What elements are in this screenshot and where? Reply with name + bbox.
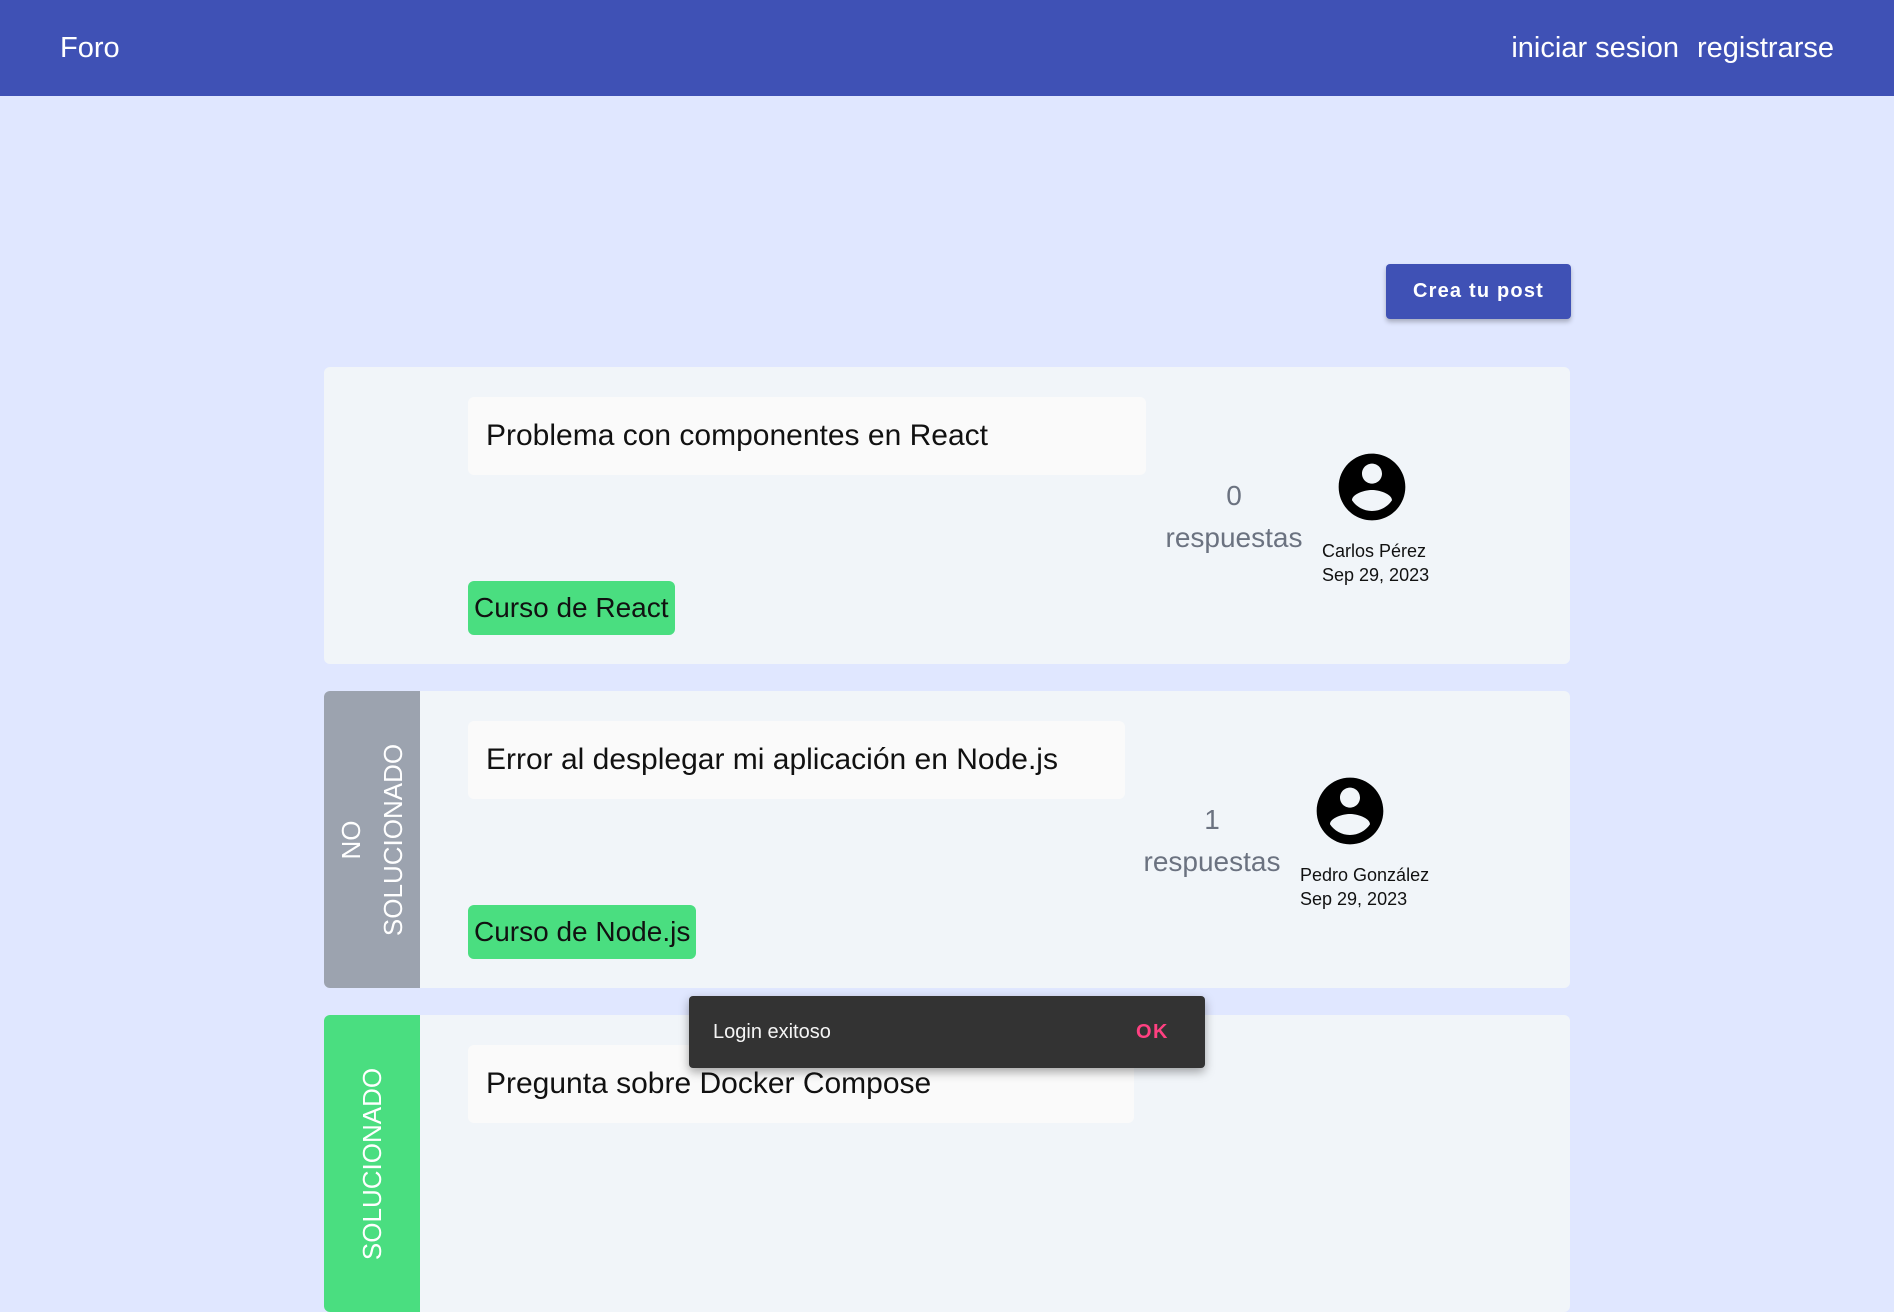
create-post-button[interactable]: Crea tu post [1386,264,1571,319]
post-card[interactable]: NO SOLUCIONADO Error al desplegar mi apl… [324,691,1570,988]
author-name: Pedro González [1300,865,1430,885]
status-strip-unsolved: NO SOLUCIONADO [324,691,420,988]
author-name: Carlos Pérez [1322,541,1427,561]
course-tag[interactable]: Curso de Node.js [468,905,697,959]
post-title[interactable]: Error al desplegar mi aplicación en Node… [468,721,1125,799]
answers-count: 0 respuestas [1164,475,1304,559]
snackbar-message: Login exitoso [713,1020,831,1043]
post-date: Sep 29, 2023 [1322,565,1430,585]
status-strip-solved: SOLUCIONADO [324,1015,420,1312]
brand-title[interactable]: Foro [60,32,120,65]
top-app-bar: Foro iniciar sesion registrarse [0,0,1894,96]
header-nav: iniciar sesion registrarse [1511,32,1834,65]
status-label: SOLUCIONADO [357,1067,387,1260]
register-link[interactable]: registrarse [1697,32,1834,65]
account-circle-icon[interactable] [1332,447,1412,527]
answers-number: 0 [1226,480,1242,511]
answers-label: respuestas [1143,846,1281,877]
post-card[interactable]: Problema con componentes en React Curso … [324,367,1570,664]
post-date: Sep 29, 2023 [1300,889,1408,909]
answers-label: respuestas [1165,522,1303,553]
login-link[interactable]: iniciar sesion [1511,32,1679,65]
snackbar: Login exitoso OK [689,996,1205,1068]
snackbar-ok-button[interactable]: OK [1136,1021,1169,1044]
status-label: NO SOLUCIONADO [336,743,408,936]
course-tag[interactable]: Curso de React [468,581,675,635]
author-info: Carlos Pérez Sep 29, 2023 [1322,447,1429,587]
answers-count: 1 respuestas [1142,799,1282,883]
answers-number: 1 [1204,804,1220,835]
post-title[interactable]: Problema con componentes en React [468,397,1146,475]
author-info: Pedro González Sep 29, 2023 [1300,771,1429,911]
account-circle-icon[interactable] [1310,771,1390,851]
